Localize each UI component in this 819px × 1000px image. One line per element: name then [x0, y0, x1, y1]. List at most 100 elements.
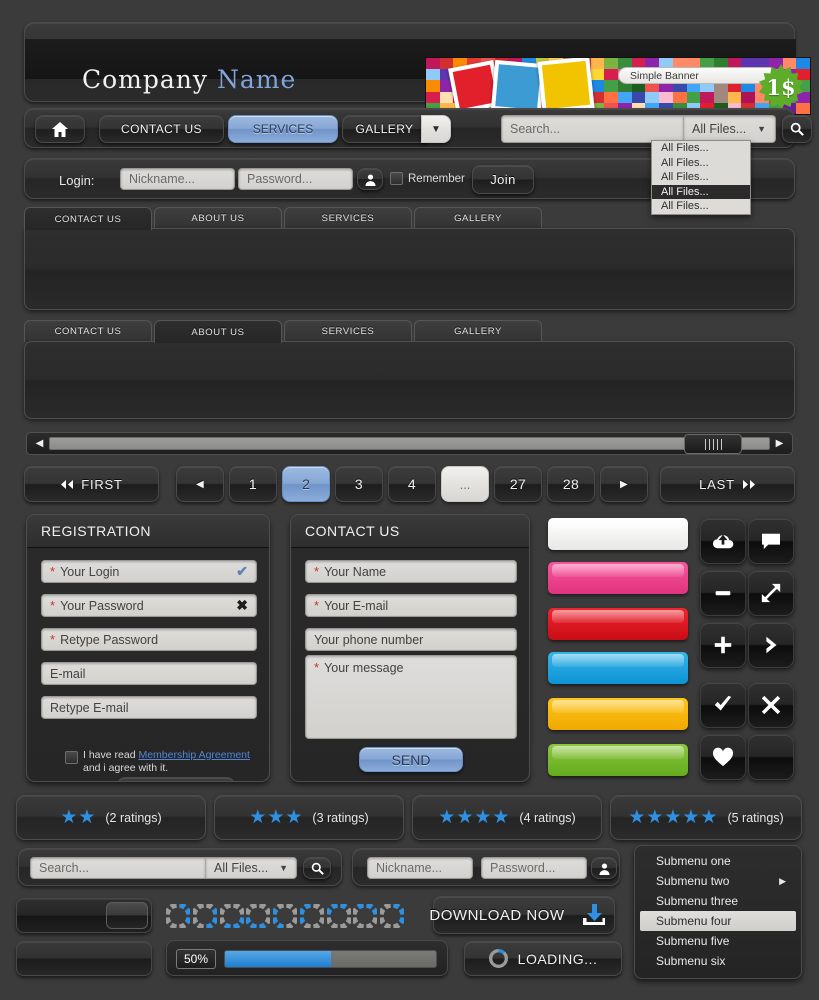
membership-agreement-link[interactable]: Membership Agreement [138, 749, 249, 761]
tab-about-us[interactable]: ABOUT US [154, 320, 282, 343]
tab-contact-us[interactable]: CONTACT US [24, 320, 152, 342]
submenu-item-six[interactable]: Submenu six [640, 951, 796, 971]
submenu-item-one[interactable]: Submenu one [640, 851, 796, 871]
registration-password-input[interactable]: * Your Password ✖ [41, 594, 257, 617]
toggle-switch-off[interactable] [16, 941, 152, 976]
tab-services[interactable]: SERVICES [284, 207, 412, 229]
pagination-prev-button[interactable]: ◀ [176, 466, 224, 502]
promo-banner[interactable]: Simple Banner 1$ [425, 57, 811, 115]
registration-retype-email-input[interactable]: Retype E-mail [41, 696, 257, 719]
dropdown-option[interactable]: All Files... [652, 141, 750, 156]
download-now-button[interactable]: DOWNLOAD NOW [429, 896, 615, 934]
pagination-first-button[interactable]: FIRST [24, 466, 159, 502]
rating-4-stars[interactable]: ★★★★ (4 ratings) [412, 795, 602, 840]
pagination-next-button[interactable]: ▶ [600, 466, 648, 502]
dropdown-option[interactable]: All Files... [652, 156, 750, 171]
pagination-last-button[interactable]: LAST [660, 466, 795, 502]
tab-label: ABOUT US [191, 326, 245, 338]
rating-3-stars[interactable]: ★★★ (3 ratings) [214, 795, 404, 840]
cancel-button[interactable] [748, 682, 794, 728]
blank-button[interactable] [748, 734, 794, 780]
contact-message-textarea[interactable]: * Your message [305, 655, 517, 739]
nav-dropdown-toggle[interactable]: ▼ [421, 115, 451, 143]
tab-label: CONTACT US [54, 326, 122, 337]
rating-2-stars[interactable]: ★★ (2 ratings) [16, 795, 206, 840]
password-input[interactable]: Password... [238, 168, 353, 190]
chevron-right-button[interactable] [748, 622, 794, 668]
toggle-knob[interactable] [106, 902, 148, 929]
glossy-button-pink[interactable] [548, 562, 688, 594]
nav-item-gallery[interactable]: GALLERY [342, 115, 427, 143]
remember-checkbox[interactable] [390, 172, 403, 185]
search-group: Search... All Files... ▼ [501, 115, 776, 143]
scrollbar-track[interactable] [49, 437, 770, 450]
dropdown-option[interactable]: All Files... [652, 170, 750, 185]
plus-button[interactable] [700, 622, 746, 668]
search-filter-select[interactable]: All Files... ▼ [683, 115, 776, 143]
dropdown-option-selected[interactable]: All Files... [652, 184, 750, 199]
favorite-button[interactable] [700, 734, 746, 780]
registration-retype-password-input[interactable]: * Retype Password [41, 628, 257, 651]
toggle-switch-on[interactable] [16, 898, 152, 933]
bottom-search-input[interactable]: Search... [30, 857, 205, 879]
search-button[interactable] [782, 115, 812, 143]
submit-button[interactable]: SUBMIT [117, 777, 235, 781]
tab-contact-us[interactable]: CONTACT US [24, 207, 152, 230]
dropdown-option[interactable]: All Files... [652, 199, 750, 214]
send-button[interactable]: SEND [359, 747, 463, 772]
scrollbar-thumb[interactable] [684, 434, 742, 454]
tabset-two: CONTACT US ABOUT US SERVICES GALLERY [24, 320, 795, 420]
tab-gallery[interactable]: GALLERY [414, 207, 542, 229]
submenu-item-three[interactable]: Submenu three [640, 891, 796, 911]
glossy-button-red[interactable] [548, 608, 688, 640]
glossy-button-yellow[interactable] [548, 698, 688, 730]
pagination-page-28[interactable]: 28 [547, 466, 595, 502]
bottom-nickname-input[interactable]: Nickname... [367, 857, 473, 879]
bottom-password-input[interactable]: Password... [481, 857, 587, 879]
contact-phone-input[interactable]: Your phone number [305, 628, 517, 651]
loading-button[interactable]: LOADING... [464, 941, 622, 976]
submenu-item-two[interactable]: Submenu two ▶ [640, 871, 796, 891]
submenu-item-five[interactable]: Submenu five [640, 931, 796, 951]
pagination-ellipsis[interactable]: ... [441, 466, 489, 502]
contact-name-input[interactable]: * Your Name [305, 560, 517, 583]
nav-item-contact-us[interactable]: CONTACT US [99, 115, 224, 143]
user-profile-button[interactable] [357, 168, 383, 190]
pagination-page-4[interactable]: 4 [388, 466, 436, 502]
scroll-left-arrow-icon[interactable]: ◀ [31, 436, 48, 451]
tab-about-us[interactable]: ABOUT US [154, 207, 282, 229]
tab-services[interactable]: SERVICES [284, 320, 412, 342]
rating-5-stars[interactable]: ★★★★★ (5 ratings) [610, 795, 802, 840]
context-submenu[interactable]: Submenu one Submenu two ▶ Submenu three … [634, 845, 802, 979]
glossy-button-blue[interactable] [548, 652, 688, 684]
confirm-button[interactable] [700, 682, 746, 728]
nav-home-button[interactable] [35, 115, 85, 143]
registration-email-input[interactable]: E-mail [41, 662, 257, 685]
contact-email-input[interactable]: * Your E-mail [305, 594, 517, 617]
pagination-page-3[interactable]: 3 [335, 466, 383, 502]
mosaic-tile [631, 91, 646, 103]
pagination-page-2-active[interactable]: 2 [282, 466, 330, 502]
search-input[interactable]: Search... [501, 115, 683, 143]
registration-login-input[interactable]: * Your Login ✔ [41, 560, 257, 583]
chat-bubble-button[interactable] [748, 518, 794, 564]
expand-button[interactable] [748, 570, 794, 616]
nickname-input[interactable]: Nickname... [120, 168, 235, 190]
tab-gallery[interactable]: GALLERY [414, 320, 542, 342]
glossy-button-green[interactable] [548, 744, 688, 776]
horizontal-scrollbar[interactable]: ◀ ▶ [26, 432, 793, 455]
submenu-item-four-selected[interactable]: Submenu four [640, 911, 796, 931]
search-filter-dropdown[interactable]: All Files... All Files... All Files... A… [651, 140, 751, 215]
scroll-right-arrow-icon[interactable]: ▶ [771, 436, 788, 451]
bottom-search-filter-select[interactable]: All Files... ▼ [205, 857, 297, 879]
nav-item-services[interactable]: SERVICES [228, 115, 338, 143]
upload-cloud-button[interactable] [700, 518, 746, 564]
minus-button[interactable] [700, 570, 746, 616]
pagination-page-1[interactable]: 1 [229, 466, 277, 502]
pagination-page-27[interactable]: 27 [494, 466, 542, 502]
agreement-checkbox[interactable] [65, 751, 78, 764]
glossy-button-white[interactable] [548, 518, 688, 550]
bottom-search-button[interactable] [303, 857, 331, 879]
bottom-user-button[interactable] [591, 857, 617, 879]
join-button[interactable]: Join [472, 165, 534, 194]
